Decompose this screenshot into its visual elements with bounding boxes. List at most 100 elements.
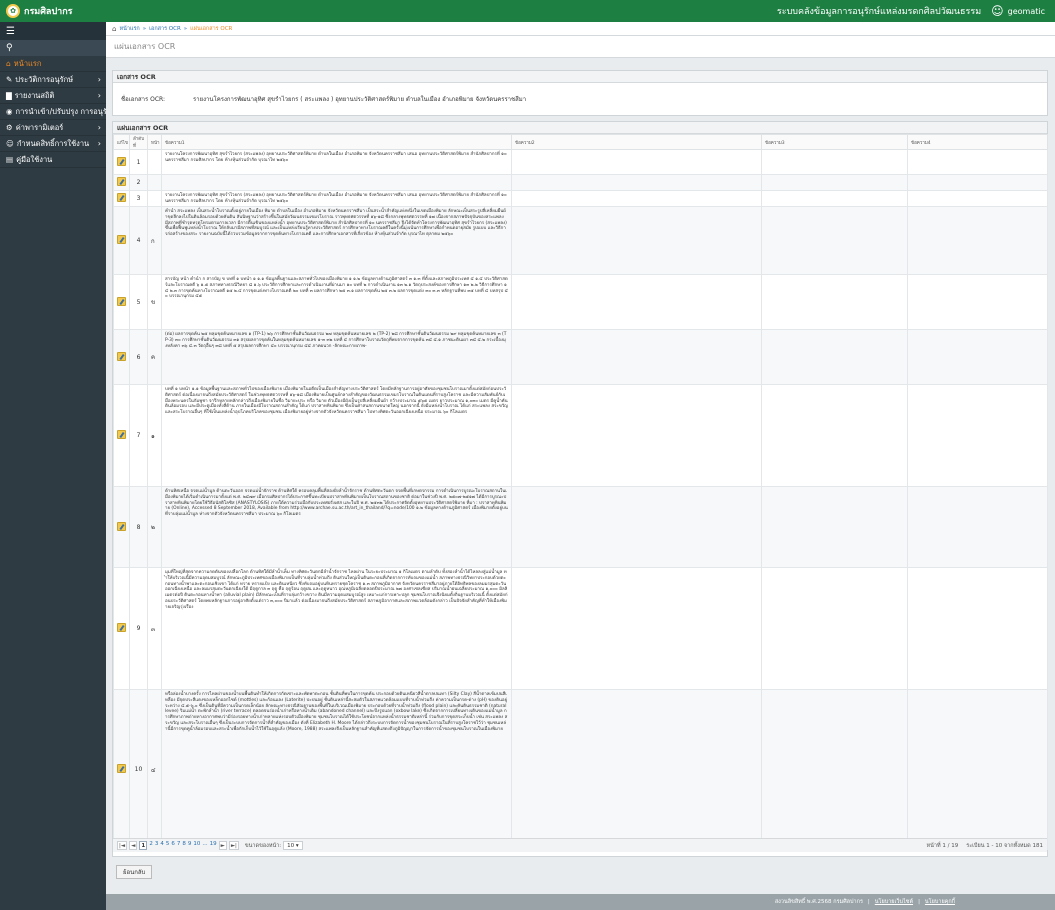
edit-cell	[113, 274, 130, 330]
website-policy-link[interactable]: นโยบายเว็บไซต์	[875, 898, 913, 906]
text1-cell: (ต่อ) ผลการขุดค้น ๒๕ หลุมขุดค้นหมายเลข ๑…	[161, 329, 512, 385]
page-cell: ก	[147, 206, 162, 275]
page-number-link[interactable]: 7	[177, 841, 181, 850]
text1-cell: รายงานโครงการพัฒนาอุทิศ สุขรำไวยกร (สระแ…	[161, 190, 512, 207]
page-cell	[147, 190, 162, 207]
sidebar-item[interactable]: ⚙ ค่าพารามิเตอร์ ›	[0, 120, 106, 136]
page-number-link[interactable]: 2	[149, 841, 153, 850]
sheet-panel: แผ่นเอกสาร OCR แก้ไข ลำดับที่ หน้า ข้อความ1…	[112, 121, 1048, 857]
text1-cell: ด้านทิศเหนือ จรดแม่น้ำมูล ด้านตะวันออก จ…	[161, 486, 512, 568]
text1-cell: รายงานโครงการพัฒนาอุทิศ สุขรำไวยกร (สระแ…	[161, 149, 512, 175]
edit-icon[interactable]	[117, 351, 126, 361]
column-header[interactable]: ข้อความ3	[761, 134, 908, 150]
column-header[interactable]: ข้อความ2	[511, 134, 762, 150]
edit-icon[interactable]	[117, 235, 126, 244]
edit-icon[interactable]	[117, 521, 126, 531]
edit-icon[interactable]	[117, 296, 126, 306]
sidebar-item[interactable]: ▤ คู่มือใช้งาน	[0, 152, 106, 168]
first-page-button[interactable]: |◄	[117, 841, 128, 850]
text1-cell	[161, 174, 512, 191]
page-cell	[147, 174, 162, 191]
table-row: 9 ๓มุมที่ใหญ่ที่สุดจากความกดดันของเปลือกโ…	[113, 567, 1048, 690]
text2-cell	[511, 274, 762, 330]
page-number-link[interactable]: 1	[139, 841, 148, 850]
edit-icon[interactable]	[117, 764, 126, 773]
user-name: geomatic	[1007, 6, 1045, 16]
table-row: 4 กคำนำ สระแพลง เป็นสระน้ำโบราณตั้งอยู่ภา…	[113, 206, 1048, 275]
sidebar-item[interactable]: ▇ รายงานสถิติ ›	[0, 88, 106, 104]
text2-cell	[511, 149, 762, 175]
sidebar-item[interactable]: ☺ กำหนดสิทธิ์การใช้งาน ›	[0, 136, 106, 152]
text1-cell: สารบัญ หน้า คำนำ ก สารบัญ ข บทที่ ๑ บทนำ…	[161, 274, 512, 330]
page-number-link[interactable]: 8	[182, 841, 186, 850]
text3-cell	[761, 329, 908, 385]
page-number-link[interactable]: 9	[188, 841, 192, 850]
sidebar-item-label: ค่าพารามิเตอร์	[15, 122, 64, 132]
top-right: ระบบคลังข้อมูลการอนุรักษ์แหล่งมรดกศิลปวั…	[777, 4, 1055, 18]
text4-cell	[907, 206, 1048, 275]
edit-cell	[113, 329, 130, 385]
table-row: 7 ๑บทที่ ๑ บทนำ ๑.๑ ข้อมูลพื้นฐานและสภาพท…	[113, 384, 1048, 487]
page-number-link[interactable]: 10	[193, 841, 200, 850]
column-header[interactable]: หน้า	[147, 134, 162, 150]
text2-cell	[511, 567, 762, 690]
text2-cell	[511, 329, 762, 385]
text1-cell: หรือล่องน้ำบางครั้ง การไหลผ่านของน้ำบนพื…	[161, 689, 512, 850]
breadcrumb-level1[interactable]: เอกสาร OCR	[149, 25, 181, 33]
text2-cell	[511, 174, 762, 191]
edit-icon[interactable]	[117, 156, 126, 166]
row-number: 7	[129, 384, 148, 487]
page-size-select[interactable]: 10 ▾	[283, 841, 303, 850]
text3-cell	[761, 486, 908, 568]
sidebar-item[interactable]: ⌂ หน้าแรก	[0, 56, 106, 72]
cookie-policy-link[interactable]: นโยบายคุกกี้	[925, 898, 955, 906]
prev-page-button[interactable]: ◄	[129, 841, 138, 850]
text1-cell: คำนำ สระแพลง เป็นสระน้ำโบราณตั้งอยู่ภายใ…	[161, 206, 512, 275]
edit-icon[interactable]	[117, 430, 126, 439]
row-number: 6	[129, 329, 148, 385]
menu-toggle-icon[interactable]: ☰	[0, 22, 106, 40]
page-size-value: 10	[287, 842, 295, 849]
page-number-link[interactable]: 6	[171, 841, 175, 850]
sidebar-item-label: หน้าแรก	[13, 58, 42, 68]
sidebar-search[interactable]: ⚲	[0, 40, 106, 56]
page-numbers: 1 2 3 4 5 6 7 8 9 10... 19	[139, 841, 217, 850]
home-icon[interactable]: ⌂	[112, 25, 116, 33]
last-page-button[interactable]: ►|	[228, 841, 239, 850]
department-logo: ✿	[6, 4, 20, 18]
brand[interactable]: ✿ กรมศิลปากร	[0, 0, 106, 22]
breadcrumb-current: แผ่นเอกสาร OCR	[190, 25, 233, 32]
row-number: 10	[129, 689, 148, 850]
text4-cell	[907, 486, 1048, 568]
breadcrumb-home[interactable]: หน้าแรก	[119, 25, 139, 33]
chevron-down-icon: ▾	[295, 842, 299, 849]
page-number-link[interactable]: 4	[160, 841, 164, 850]
sidebar-item[interactable]: ◉การนำเข้า/ปรับปรุง การอนุรักษ์›	[0, 104, 106, 120]
back-button[interactable]: ย้อนกลับ	[116, 865, 153, 879]
text3-cell	[761, 206, 908, 275]
page-number-link[interactable]: 5	[166, 841, 170, 850]
page-number-link[interactable]: ...	[202, 841, 207, 850]
page-cell: ๓	[147, 567, 162, 690]
brand-name: กรมศิลปากร	[24, 7, 73, 17]
column-header[interactable]: ข้อความ4	[907, 134, 1048, 150]
text3-cell	[761, 174, 908, 191]
breadcrumb-separator: »	[183, 25, 188, 32]
page-number-link[interactable]: 3	[155, 841, 159, 850]
next-page-button[interactable]: ►	[218, 841, 227, 850]
column-header[interactable]: แก้ไข	[113, 134, 130, 150]
edit-cell	[113, 567, 130, 690]
record-info: ระเบียน 1 - 10 จากทั้งหมด 181	[966, 842, 1043, 849]
edit-icon[interactable]	[117, 193, 126, 202]
sidebar-item[interactable]: ✎ ประวัติการอนุรักษ์ ›	[0, 72, 106, 88]
column-header[interactable]: ลำดับที่	[129, 134, 148, 150]
user-menu[interactable]: ☺ geomatic	[991, 5, 1045, 17]
page-cell: ข	[147, 274, 162, 330]
text2-cell	[511, 689, 762, 850]
edit-icon[interactable]	[117, 177, 126, 186]
edit-icon[interactable]	[117, 623, 126, 632]
page-number-link[interactable]: 19	[210, 841, 217, 850]
column-header[interactable]: ข้อความ1	[161, 134, 512, 150]
sidebar: ☰ ⚲ ⌂ หน้าแรก ✎ ประวัติการอนุรักษ์ › ▇ รายงานส…	[0, 22, 106, 910]
text2-cell	[511, 384, 762, 487]
